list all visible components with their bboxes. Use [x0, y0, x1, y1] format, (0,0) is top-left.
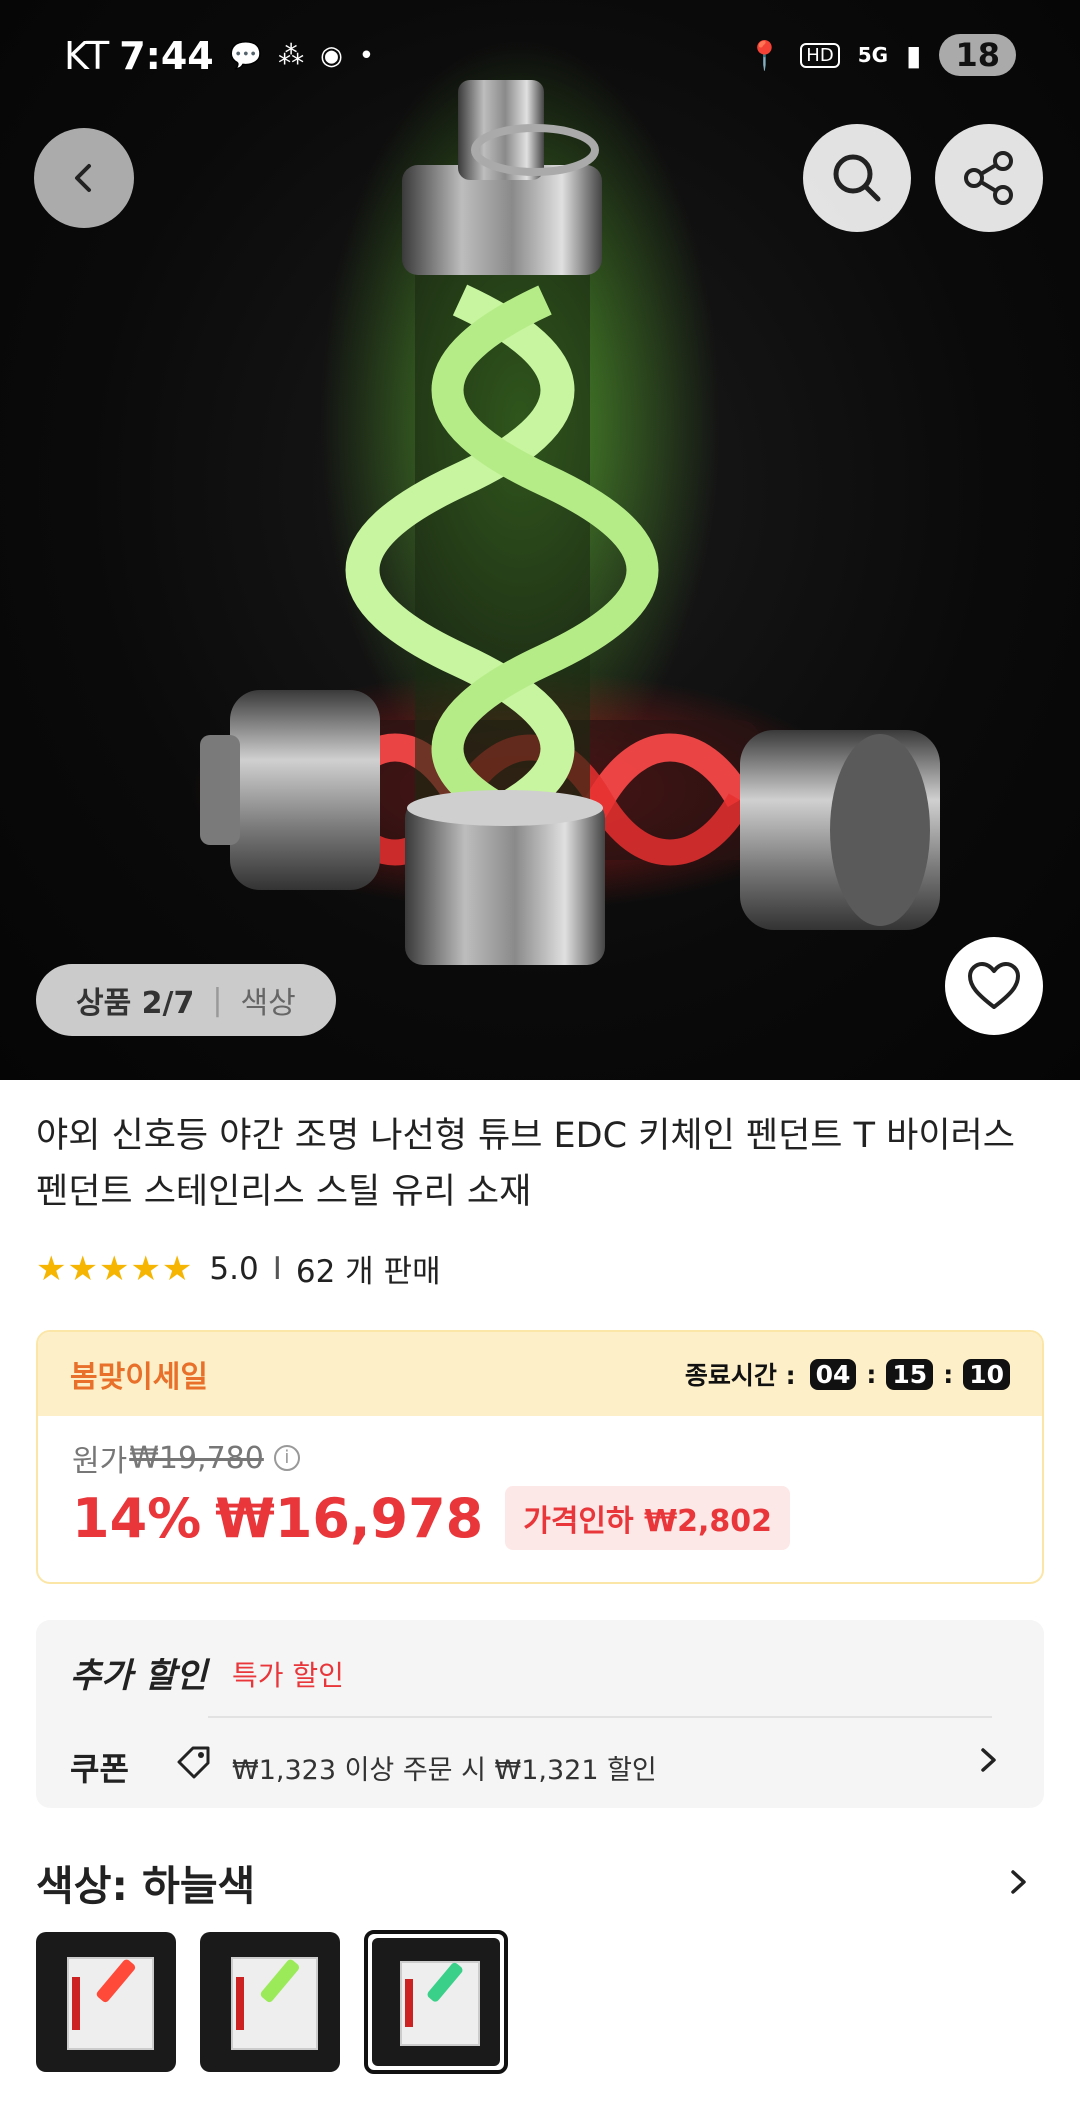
timer-hours: 04 [809, 1358, 857, 1390]
sale-box: 봄맞이세일 종료시간 : 04 : 15 : 10 원가 ₩19,780 i 1… [36, 1330, 1044, 1584]
share-button[interactable] [935, 124, 1043, 232]
timer-colon: : [866, 1359, 877, 1389]
timer-label: 종료시간 : [684, 1361, 796, 1390]
share-icon [964, 151, 1013, 205]
product-image-gallery[interactable]: KT 7:44 💬 ⁂ ◉ • 📍 HD 5G ▮ 18 상품 2/7 | 색상 [0, 0, 1080, 1080]
game-notification-icon: ◉ [320, 41, 343, 71]
location-icon: 📍 [747, 38, 783, 72]
sale-price: ₩16,978 [215, 1486, 484, 1550]
sale-header: 봄맞이세일 종료시간 : 04 : 15 : 10 [38, 1332, 1042, 1416]
timer-colon: : [943, 1359, 954, 1389]
talk-notification-icon: 💬 [229, 41, 263, 71]
timer-seconds: 10 [963, 1358, 1010, 1390]
extra-discount-section: 추가 할인 특가 할인 쿠폰 ₩1,323 이상 주문 시 ₩1,321 할인 [36, 1620, 1044, 1808]
discount-percent: 14% [72, 1486, 202, 1550]
original-price-label: 원가 [72, 1444, 128, 1479]
back-button[interactable] [34, 128, 134, 228]
color-option-title[interactable]: 색상: 하늘색 [36, 1852, 255, 1912]
option-label: 색상 [240, 986, 296, 1021]
color-swatch-red[interactable] [36, 1932, 176, 2072]
swatch-thumbnail [230, 1957, 318, 2050]
product-title: 야외 신호등 야간 조명 나선형 튜브 EDC 키체인 펜던트 T 바이러스 펜… [36, 1116, 1015, 1212]
counter-divider: | [212, 982, 223, 1018]
original-price-row: 원가 ₩19,780 i [72, 1436, 1008, 1480]
battery-level: 18 [939, 34, 1016, 76]
hd-icon: HD [800, 42, 840, 68]
heart-icon [968, 962, 1020, 1009]
network-5g-icon: 5G [857, 43, 889, 67]
coupon-tag-icon [177, 1746, 210, 1779]
sale-body: 원가 ₩19,780 i 14% ₩16,978 가격인하 ₩2,802 [38, 1416, 1042, 1570]
chevron-left-icon [75, 164, 91, 192]
rating-divider: I [272, 1250, 282, 1287]
chevron-right-icon[interactable] [974, 1740, 1004, 1780]
more-notifications-icon: • [358, 41, 375, 71]
status-bar: KT 7:44 💬 ⁂ ◉ • 📍 HD 5G ▮ 18 [0, 0, 1080, 112]
color-swatch-green[interactable] [200, 1932, 340, 2072]
search-button[interactable] [803, 124, 911, 232]
original-price: ₩19,780 [129, 1440, 264, 1476]
swatch-thumbnail [66, 1957, 154, 2050]
app-notification-icon: ⁂ [278, 41, 305, 71]
product-photo [190, 40, 940, 965]
wishlist-button[interactable] [945, 937, 1043, 1035]
clock: 7:44 [119, 34, 214, 78]
signal-icon: ▮ [906, 38, 922, 72]
extra-discount-title: 추가 할인 [70, 1656, 207, 1696]
info-icon[interactable]: i [273, 1445, 300, 1471]
sale-name: 봄맞이세일 [70, 1360, 208, 1395]
countdown-timer: 종료시간 : 04 : 15 : 10 [685, 1356, 1010, 1392]
color-swatch-skyblue-selected[interactable] [364, 1930, 508, 2074]
price-cut-badge: 가격인하 ₩2,802 [505, 1486, 791, 1550]
color-swatches [36, 1930, 508, 2074]
swatch-thumbnail [400, 1961, 480, 2046]
image-counter-text: 상품 2/7 [76, 986, 195, 1021]
coupon-text[interactable]: ₩1,323 이상 주문 시 ₩1,321 할인 [232, 1748, 657, 1787]
star-rating-icon: ★★★★★ [36, 1248, 194, 1289]
divider [208, 1716, 992, 1718]
image-counter[interactable]: 상품 2/7 | 색상 [36, 964, 336, 1036]
sold-count: 62 개 판매 [295, 1254, 441, 1290]
chevron-right-icon[interactable] [1004, 1862, 1034, 1902]
extra-discount-tag: 특가 할인 [232, 1659, 344, 1692]
search-icon [833, 154, 881, 202]
coupon-label: 쿠폰 [70, 1750, 129, 1788]
price-row: 14% ₩16,978 가격인하 ₩2,802 [72, 1486, 1008, 1550]
rating-value: 5.0 [209, 1250, 259, 1287]
timer-minutes: 15 [886, 1358, 934, 1390]
carrier: KT [64, 34, 110, 78]
rating-row[interactable]: ★★★★★ 5.0 I 62 개 판매 [36, 1246, 441, 1291]
